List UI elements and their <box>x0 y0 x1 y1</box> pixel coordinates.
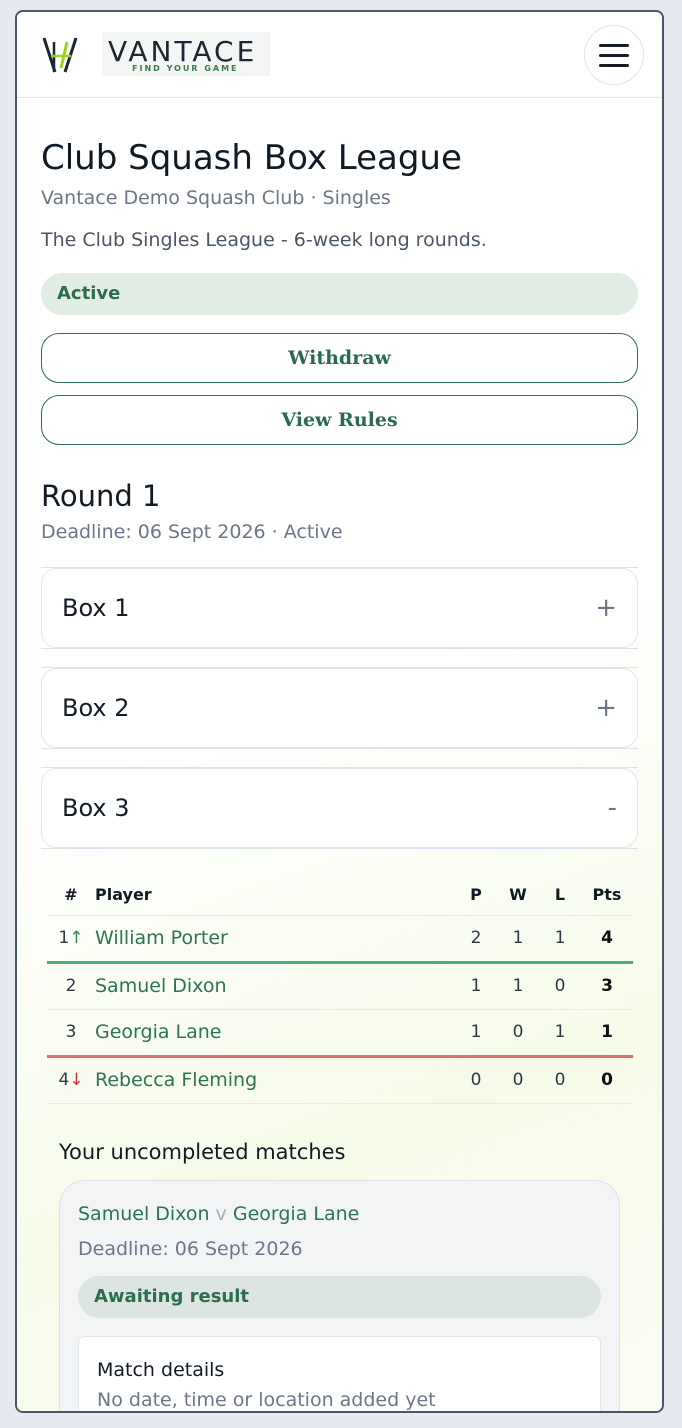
box-item: Box 2 + <box>41 667 638 750</box>
expand-icon: + <box>595 593 617 624</box>
player-link[interactable]: Samuel Dixon <box>95 962 455 1011</box>
league-description: The Club Singles League - 6-week long ro… <box>41 229 487 252</box>
lost-cell: 0 <box>539 962 581 1011</box>
round-meta: Deadline: 06 Sept 2026 · Active <box>41 521 343 544</box>
match-status-badge: Awaiting result <box>78 1276 601 1319</box>
box-list: Box 1 + Box 2 + Box 3 - <box>41 567 638 850</box>
menu-button[interactable] <box>584 25 644 85</box>
won-cell: 1 <box>497 915 539 965</box>
lost-header: L <box>539 877 581 917</box>
match-deadline: Deadline: 06 Sept 2026 <box>78 1238 303 1261</box>
table-row: 1↑ William Porter 2 1 1 4 <box>47 915 633 965</box>
brand-logo[interactable]: VANTACE FIND YOUR GAME <box>102 32 270 76</box>
rank-cell: 3 <box>47 1009 95 1059</box>
won-header: W <box>497 877 539 917</box>
versus-label: v <box>215 1203 227 1226</box>
won-cell: 1 <box>497 962 539 1011</box>
played-cell: 2 <box>455 915 497 965</box>
collapse-icon: - <box>607 793 617 824</box>
box-1-toggle[interactable]: Box 1 + <box>41 568 638 649</box>
box-3-toggle[interactable]: Box 3 - <box>41 768 638 849</box>
lost-cell: 0 <box>539 1056 581 1105</box>
player-one-link[interactable]: Samuel Dixon <box>78 1203 210 1225</box>
match-players: Samuel Dixon v Georgia Lane <box>78 1203 601 1225</box>
withdraw-button[interactable]: Withdraw <box>41 333 638 384</box>
rank-value: 3 <box>65 1022 77 1043</box>
hamburger-icon <box>599 63 629 67</box>
box-label: Box 1 <box>62 594 130 623</box>
box-label: Box 3 <box>62 794 130 823</box>
hamburger-icon <box>599 53 629 57</box>
match-details-title: Match details <box>97 1359 225 1382</box>
table-row: 3 Georgia Lane 1 0 1 1 <box>47 1009 633 1059</box>
table-header-row: # Player P W L Pts <box>47 877 633 917</box>
box-2-toggle[interactable]: Box 2 + <box>41 668 638 749</box>
player-two-link[interactable]: Georgia Lane <box>233 1203 360 1225</box>
played-cell: 1 <box>455 962 497 1011</box>
player-link[interactable]: Rebecca Fleming <box>95 1056 455 1105</box>
rank-cell: 1↑ <box>47 915 95 965</box>
main-content: Club Squash Box League Vantace Demo Squa… <box>17 98 662 1411</box>
box-item: Box 1 + <box>41 567 638 650</box>
played-cell: 0 <box>455 1056 497 1105</box>
player-header: Player <box>95 877 455 917</box>
lost-cell: 1 <box>539 915 581 965</box>
box-label: Box 2 <box>62 694 130 723</box>
league-title: Club Squash Box League <box>41 138 462 178</box>
won-cell: 0 <box>497 1056 539 1105</box>
rank-value: 4 <box>58 1070 70 1091</box>
table-row: 4↓ Rebecca Fleming 0 0 0 0 <box>47 1056 633 1105</box>
points-header: Pts <box>581 877 633 917</box>
points-cell: 3 <box>581 962 633 1011</box>
rank-value: 2 <box>65 976 77 997</box>
rank-cell: 4↓ <box>47 1056 95 1105</box>
player-link[interactable]: Georgia Lane <box>95 1009 455 1059</box>
league-subtitle: Vantace Demo Squash Club · Singles <box>41 187 391 210</box>
rank-cell: 2 <box>47 962 95 1011</box>
arrow-down-icon: ↓ <box>69 1070 84 1091</box>
played-cell: 1 <box>455 1009 497 1059</box>
points-cell: 4 <box>581 915 633 965</box>
won-cell: 0 <box>497 1009 539 1059</box>
box-item: Box 3 - <box>41 767 638 850</box>
player-link[interactable]: William Porter <box>95 915 455 965</box>
table-row: 2 Samuel Dixon 1 1 0 3 <box>47 962 633 1011</box>
points-cell: 0 <box>581 1056 633 1105</box>
brand-tagline: FIND YOUR GAME <box>132 64 239 73</box>
rank-header: # <box>47 877 95 917</box>
hamburger-icon <box>599 43 629 47</box>
uncompleted-matches-title: Your uncompleted matches <box>59 1140 346 1165</box>
vantace-logo-icon <box>42 37 78 73</box>
match-details-text: No date, time or location added yet <box>97 1389 436 1412</box>
view-rules-button[interactable]: View Rules <box>41 395 638 446</box>
top-header: VANTACE FIND YOUR GAME <box>17 12 662 98</box>
lost-cell: 1 <box>539 1009 581 1059</box>
app-frame: VANTACE FIND YOUR GAME Club Squash Box L… <box>15 10 664 1413</box>
status-badge: Active <box>41 273 638 316</box>
played-header: P <box>455 877 497 917</box>
round-title: Round 1 <box>41 479 161 514</box>
standings-table: # Player P W L Pts 1↑ William Porter 2 1… <box>47 877 633 1105</box>
match-details-card: Match details No date, time or location … <box>78 1336 601 1412</box>
expand-icon: + <box>595 693 617 724</box>
match-card: Samuel Dixon v Georgia Lane Deadline: 06… <box>59 1180 620 1412</box>
arrow-up-icon: ↑ <box>69 928 84 949</box>
rank-value: 1 <box>58 928 70 949</box>
points-cell: 1 <box>581 1009 633 1059</box>
